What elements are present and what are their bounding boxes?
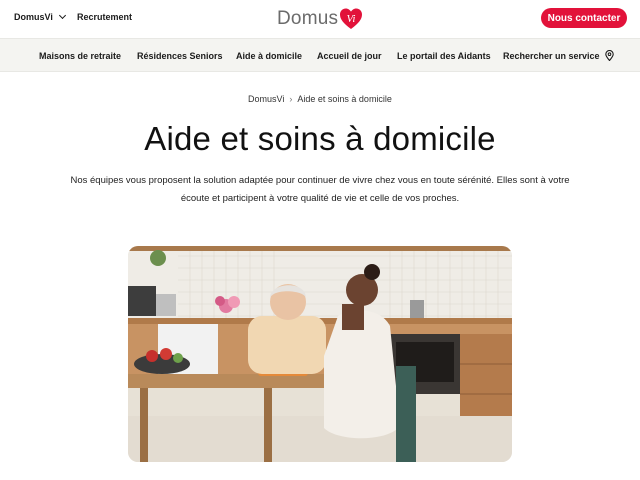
nav-item-accueil-de-jour[interactable]: Accueil de jour [317, 51, 382, 61]
hero-image-home-care [128, 246, 512, 462]
hero-illustration [128, 246, 512, 462]
top-bar: DomusVi Recrutement Domus Vi Nous contac… [0, 0, 640, 38]
heart-logo-icon: Vi [339, 7, 363, 31]
intro-line-1: Nos équipes vous proposent la solution a… [70, 175, 570, 186]
breadcrumb-home-link[interactable]: DomusVi [248, 94, 284, 104]
contact-button[interactable]: Nous contacter [541, 8, 627, 28]
nav-item-maisons-de-retraite[interactable]: Maisons de retraite [39, 51, 121, 61]
nav-item-portail-aidants[interactable]: Le portail des Aidants [397, 51, 491, 61]
recruitment-link[interactable]: Recrutement [77, 12, 132, 22]
page-title: Aide et soins à domicile [144, 120, 496, 157]
breadcrumb: DomusVi › Aide et soins à domicile [0, 94, 640, 104]
location-pin-icon [605, 50, 614, 62]
intro-line-2: écoute et participent à votre qualité de… [180, 193, 460, 204]
logo-mark: Vi [347, 13, 356, 25]
intro-text: Nos équipes vous proposent la solution a… [60, 172, 580, 208]
logo-text: Domus [277, 8, 339, 29]
brand-switcher-label: DomusVi [14, 12, 53, 22]
nav-item-residences-seniors[interactable]: Résidences Seniors [137, 51, 223, 61]
chevron-down-icon [58, 11, 66, 20]
main-nav: Maisons de retraite Résidences Seniors A… [0, 38, 640, 72]
breadcrumb-separator: › [289, 94, 293, 104]
brand-switcher[interactable]: DomusVi [14, 11, 66, 22]
breadcrumb-current: Aide et soins à domicile [297, 94, 392, 104]
nav-item-aide-a-domicile[interactable]: Aide à domicile [236, 51, 302, 61]
nav-item-rechercher-service[interactable]: Rechercher un service [503, 50, 614, 62]
nav-item-rechercher-label: Rechercher un service [503, 51, 600, 61]
domusvi-logo[interactable]: Domus Vi [277, 6, 363, 32]
